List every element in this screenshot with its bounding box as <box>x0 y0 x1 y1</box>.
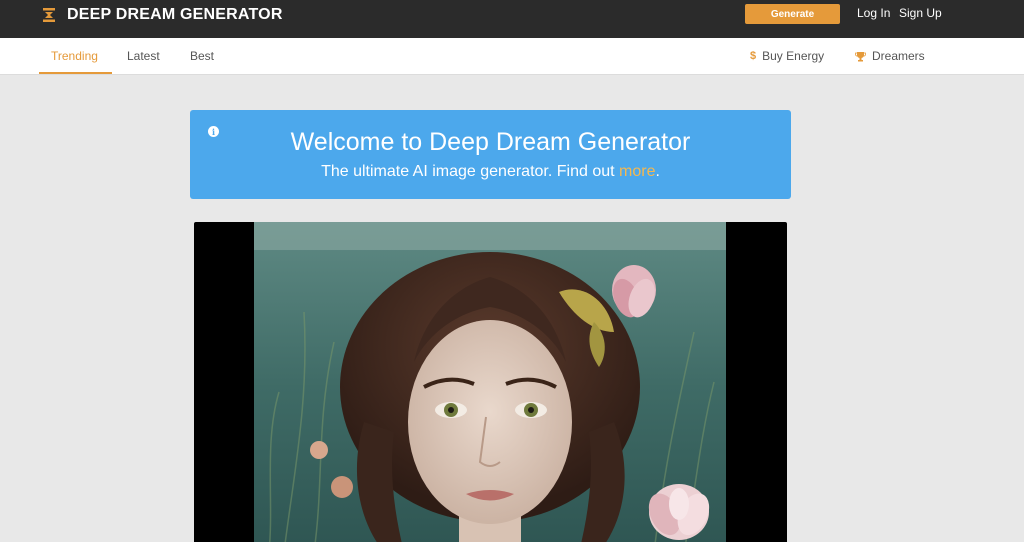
trophy-icon <box>855 51 866 61</box>
welcome-banner: i Welcome to Deep Dream Generator The ul… <box>190 110 791 199</box>
dream-card[interactable] <box>194 222 787 542</box>
banner-subtitle-text: The ultimate AI image generator. Find ou… <box>321 163 620 180</box>
active-tab-indicator <box>39 72 112 74</box>
login-link[interactable]: Log In <box>857 6 890 20</box>
dollar-icon: $ <box>750 50 757 62</box>
banner-title: Welcome to Deep Dream Generator <box>290 128 691 156</box>
signup-link[interactable]: Sign Up <box>899 6 942 20</box>
tab-trending[interactable]: Trending <box>51 49 98 63</box>
tab-latest[interactable]: Latest <box>127 49 160 63</box>
tab-best[interactable]: Best <box>190 49 214 63</box>
logo-icon[interactable] <box>42 8 56 22</box>
buy-energy-label: Buy Energy <box>762 49 825 63</box>
brand-name[interactable]: DEEP DREAM GENERATOR <box>67 6 283 24</box>
dream-image[interactable] <box>254 222 726 542</box>
buy-energy-link[interactable]: $ Buy Energy <box>750 49 824 63</box>
banner-subtitle-end: . <box>655 163 660 180</box>
more-link[interactable]: more <box>619 163 655 180</box>
banner-subtitle: The ultimate AI image generator. Find ou… <box>190 163 791 181</box>
sub-navigation: Trending Latest Best $ Buy Energy Dreame… <box>0 38 1024 75</box>
generate-button[interactable]: Generate <box>745 4 840 24</box>
dreamers-label: Dreamers <box>872 49 925 63</box>
top-bar: DEEP DREAM GENERATOR Generate Log In Sig… <box>0 0 1024 38</box>
dreamers-link[interactable]: Dreamers <box>855 49 925 63</box>
